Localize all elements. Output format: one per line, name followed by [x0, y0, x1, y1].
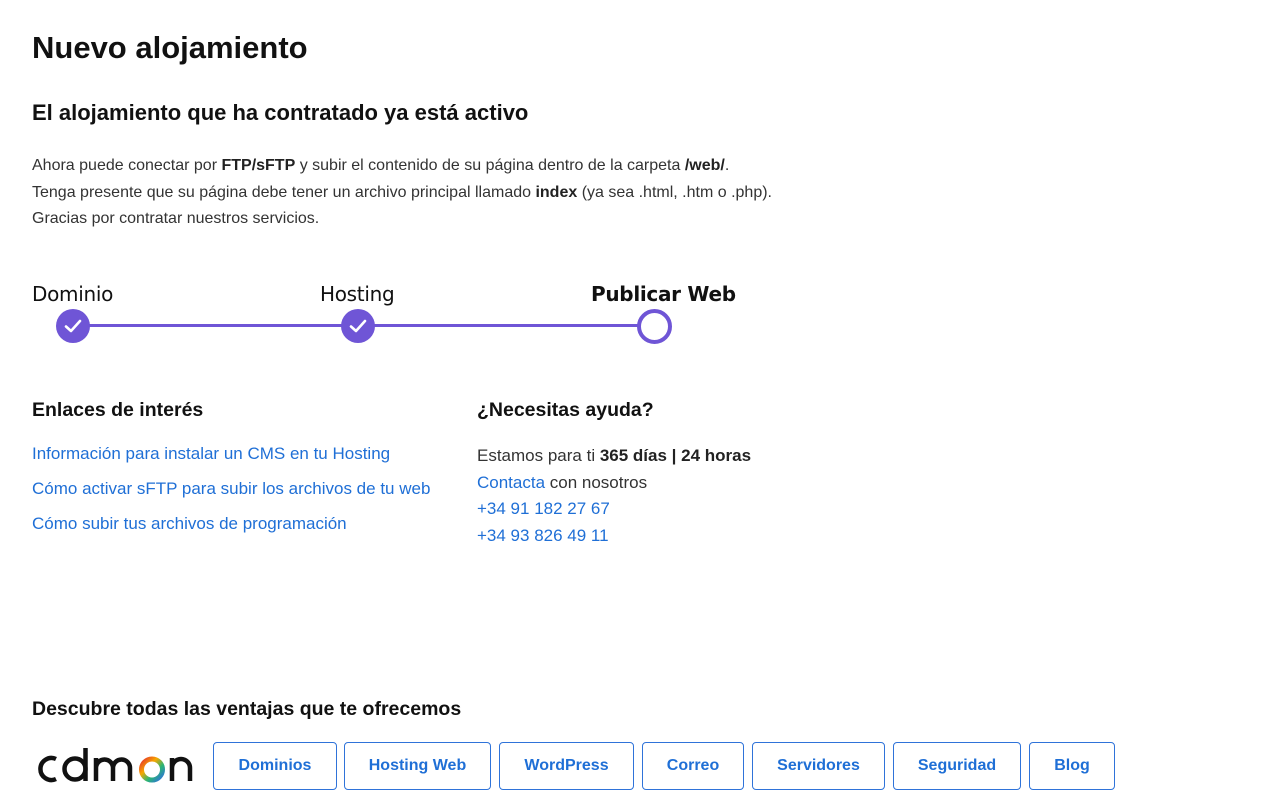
seguridad-button[interactable]: Seguridad	[893, 742, 1021, 790]
page-subtitle: El alojamiento que ha contratado ya está…	[32, 100, 529, 125]
intro-index: index	[535, 183, 578, 201]
intro-line1-c: y subir el contenido de su página dentro…	[295, 157, 685, 174]
help-block: Estamos para ti 365 días | 24 horas Cont…	[477, 443, 751, 549]
phone-link-barcelona[interactable]: +34 93 826 49 11	[477, 526, 609, 545]
intro-line3: Gracias por contratar nuestros servicios…	[32, 210, 320, 227]
wordpress-button[interactable]: WordPress	[499, 742, 634, 790]
correo-button[interactable]: Correo	[642, 742, 744, 790]
phone-link-madrid[interactable]: +34 91 182 27 67	[477, 499, 610, 518]
links-list: Información para instalar un CMS en tu H…	[32, 444, 430, 549]
list-item: Cómo subir tus archivos de programación	[32, 514, 430, 549]
check-icon	[64, 319, 82, 333]
step-dot-dominio	[56, 309, 90, 343]
intro-line1-e: .	[724, 157, 730, 174]
help-heading: ¿Necesitas ayuda?	[477, 399, 654, 421]
step-label-hosting: Hosting	[320, 282, 395, 306]
link-activate-sftp[interactable]: Cómo activar sFTP para subir los archivo…	[32, 479, 430, 498]
availability-text: Estamos para ti 365 días | 24 horas	[477, 443, 751, 470]
check-icon	[349, 319, 367, 333]
step-label-publicar-web: Publicar Web	[591, 282, 736, 306]
intro-text: Ahora puede conectar por FTP/sFTP y subi…	[32, 153, 772, 233]
step-dot-publicar-web	[637, 309, 672, 344]
link-install-cms[interactable]: Información para instalar un CMS en tu H…	[32, 444, 390, 463]
cdmon-logo[interactable]	[32, 746, 200, 786]
contact-suffix: con nosotros	[545, 472, 648, 492]
link-upload-files[interactable]: Cómo subir tus archivos de programación	[32, 514, 347, 533]
list-item: Información para instalar un CMS en tu H…	[32, 444, 430, 479]
links-heading: Enlaces de interés	[32, 399, 204, 421]
availability-prefix: Estamos para ti	[477, 446, 600, 465]
step-label-dominio: Dominio	[32, 282, 114, 306]
contact-link[interactable]: Contacta	[477, 473, 545, 492]
intro-ftp: FTP/sFTP	[221, 157, 296, 174]
list-item: Cómo activar sFTP para subir los archivo…	[32, 479, 430, 514]
step-dot-hosting	[341, 309, 375, 343]
intro-line1-a: Ahora puede conectar por	[32, 157, 222, 174]
blog-button[interactable]: Blog	[1029, 742, 1115, 790]
intro-line2-c: (ya sea .html, .htm o .php).	[577, 183, 772, 201]
step-connector-1	[72, 324, 358, 327]
discover-heading: Descubre todas las ventajas que te ofrec…	[32, 698, 462, 720]
page-title: Nuevo alojamiento	[32, 30, 308, 65]
availability-hours: 365 días | 24 horas	[599, 446, 752, 465]
hosting-web-button[interactable]: Hosting Web	[344, 742, 491, 790]
step-connector-2	[358, 324, 654, 327]
intro-folder: /web/	[684, 157, 725, 174]
intro-line2-a: Tenga presente que su página debe tener …	[32, 183, 536, 201]
contact-line: Contacta con nosotros	[477, 470, 751, 497]
dominios-button[interactable]: Dominios	[213, 742, 337, 790]
servidores-button[interactable]: Servidores	[752, 742, 885, 790]
